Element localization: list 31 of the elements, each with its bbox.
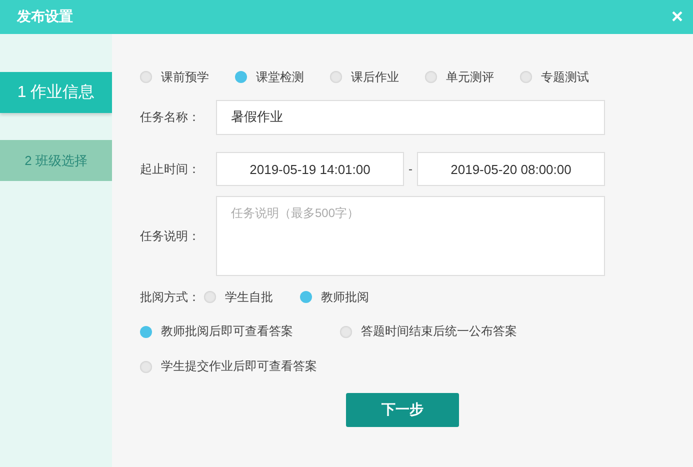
field-label: 批阅方式： xyxy=(140,288,201,306)
radio-label[interactable]: 课前预学 xyxy=(161,68,209,86)
field-label: 任务名称： xyxy=(140,108,201,126)
radio-label[interactable]: 学生自批 xyxy=(225,288,273,306)
range-separator: - xyxy=(408,162,414,176)
radio-button[interactable] xyxy=(140,360,152,372)
radio-button[interactable] xyxy=(140,326,152,338)
radio-label[interactable]: 教师批阅 xyxy=(321,288,369,306)
radio-button[interactable] xyxy=(520,71,532,83)
radio-button[interactable] xyxy=(425,71,437,83)
start-time-field[interactable]: 2019-05-19 14:01:00 xyxy=(216,152,404,186)
window-title: 发布设置 xyxy=(17,8,73,26)
radio-label[interactable]: 教师批阅后即可查看答案 xyxy=(161,323,293,340)
radio-label[interactable]: 答题时间结束后统一公布答案 xyxy=(361,323,517,340)
radio-button[interactable] xyxy=(204,291,216,303)
radio-label[interactable]: 专题测试 xyxy=(541,68,589,86)
radio-label[interactable]: 单元测评 xyxy=(446,68,494,86)
radio-label[interactable]: 课堂检测 xyxy=(256,68,304,86)
radio-label[interactable]: 课后作业 xyxy=(351,68,399,86)
radio-button[interactable] xyxy=(340,326,352,338)
radio-button[interactable] xyxy=(140,71,152,83)
name-field[interactable]: 暑假作业 xyxy=(216,100,605,134)
description-field[interactable]: 任务说明（最多500字） xyxy=(216,196,605,276)
field-label: 起止时间： xyxy=(140,160,201,178)
end-time-field[interactable]: 2019-05-20 08:00:00 xyxy=(417,152,605,186)
radio-button[interactable] xyxy=(235,71,247,83)
radio-button[interactable] xyxy=(300,291,312,303)
radio-label[interactable]: 学生提交作业后即可查看答案 xyxy=(161,358,317,375)
field-label: 任务说明： xyxy=(140,228,201,244)
radio-button[interactable] xyxy=(330,71,342,83)
next-button[interactable]: 下一步 xyxy=(346,393,459,427)
